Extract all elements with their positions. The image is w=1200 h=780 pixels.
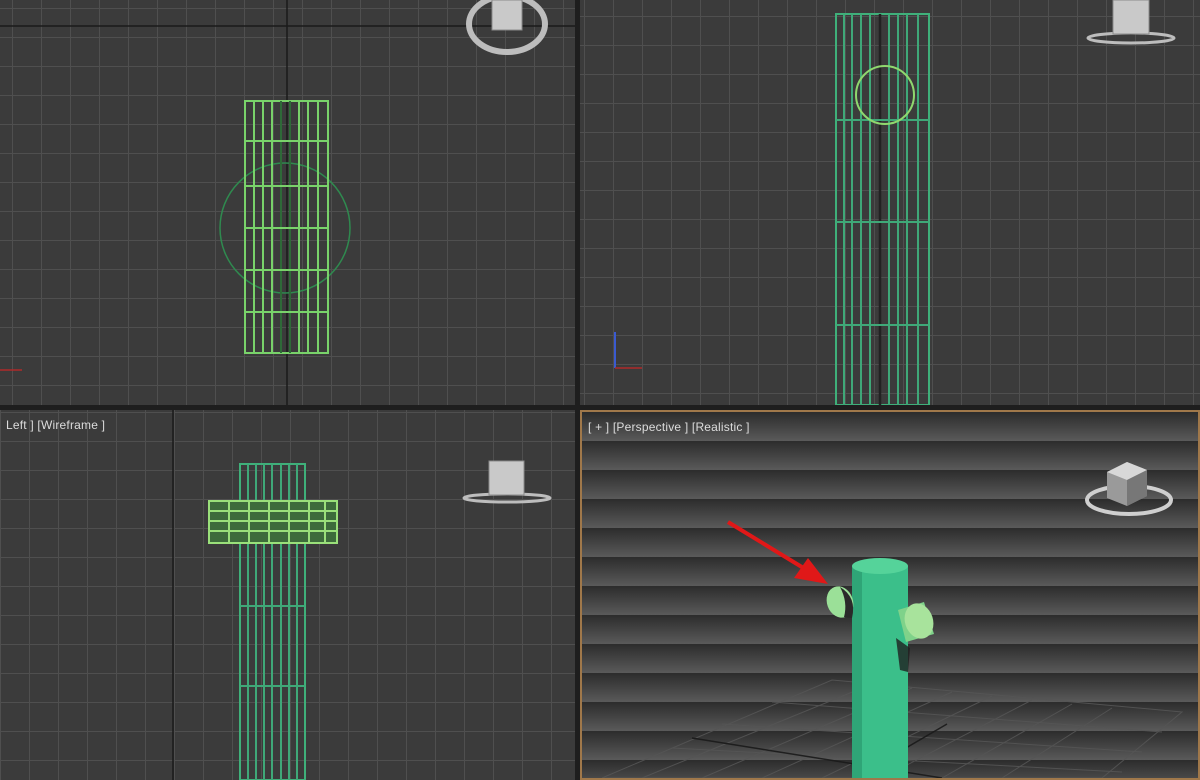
viewport-top[interactable]	[0, 0, 575, 405]
axis-tripod-icon	[614, 332, 642, 369]
top-view-canvas	[0, 0, 575, 405]
wireframe-cross-cylinder	[208, 500, 338, 544]
navcube-icon[interactable]	[1085, 0, 1177, 46]
viewport-perspective[interactable]: [ + ] [Perspective ] [Realistic ]	[580, 410, 1200, 780]
red-arrow-icon	[726, 520, 828, 584]
viewport-label-perspective[interactable]: [ + ] [Perspective ] [Realistic ]	[588, 420, 750, 434]
navcube-icon[interactable]	[466, 0, 548, 58]
navcube-icon[interactable]	[462, 458, 552, 506]
navcube-icon[interactable]	[1085, 456, 1175, 522]
viewport-front[interactable]	[580, 0, 1200, 405]
viewport-left[interactable]: Left ] [Wireframe ]	[0, 410, 575, 780]
front-view-canvas	[614, 13, 930, 405]
viewport-label-left[interactable]: Left ] [Wireframe ]	[6, 418, 105, 432]
wireframe-cylinder-front	[835, 13, 930, 405]
solid-main-cylinder	[852, 558, 908, 778]
